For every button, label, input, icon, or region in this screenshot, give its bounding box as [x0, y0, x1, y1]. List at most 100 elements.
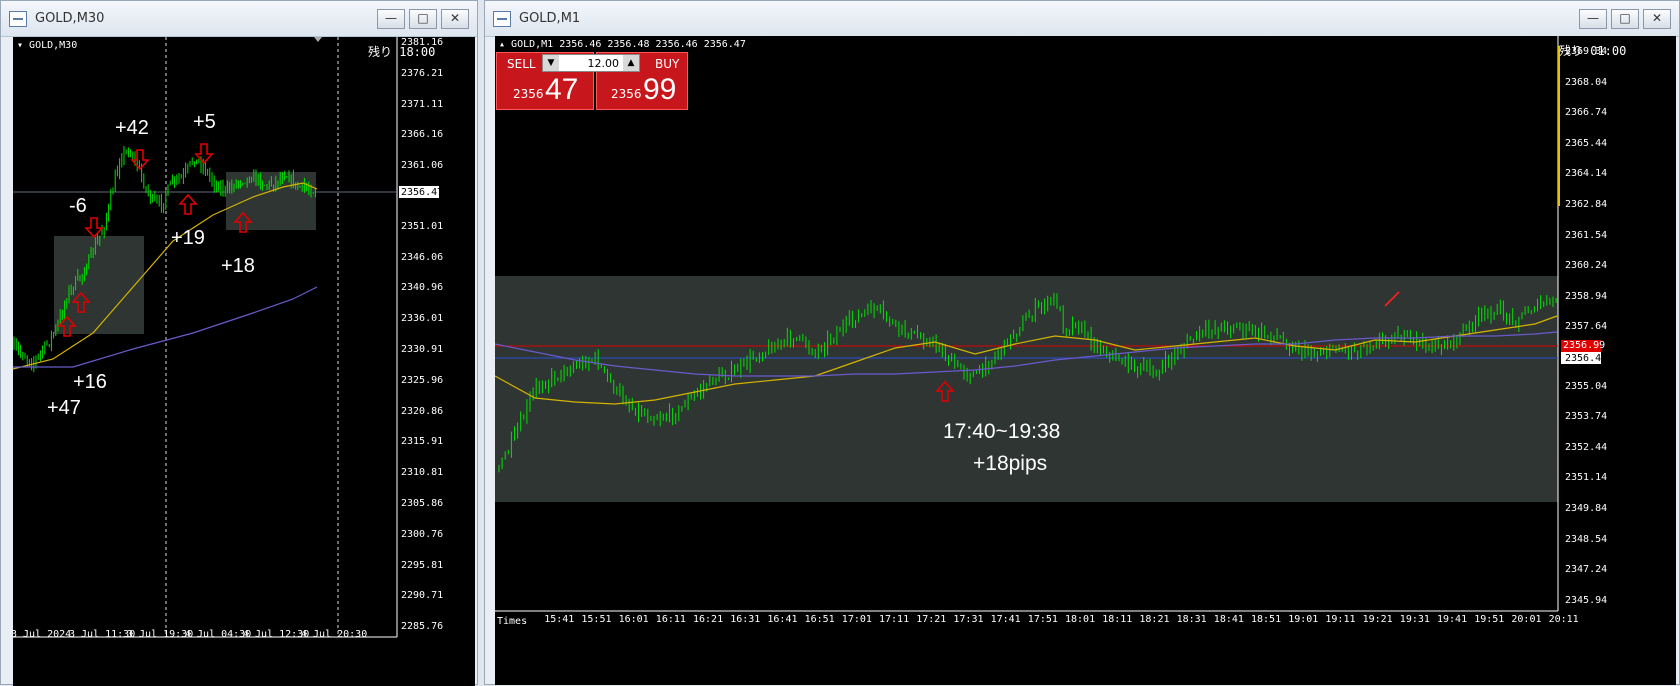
- price-axis-label: 2381.16: [401, 37, 444, 48]
- price-axis-label: 2365.44: [1565, 137, 1608, 149]
- time-axis-label: 16:01: [618, 614, 649, 625]
- time-axis-label: 16:51: [804, 614, 835, 625]
- price-axis-label: 2371.11: [401, 98, 444, 110]
- sell-price-big: 47: [545, 73, 579, 106]
- time-axis-label: 20:11: [1548, 614, 1579, 625]
- time-axis-label: 4 Jul 04:30: [185, 629, 252, 640]
- time-axis-label: 4 Jul 12:30: [243, 629, 310, 640]
- buy-label: BUY: [655, 57, 680, 71]
- price-axis-label: 2362.84: [1565, 199, 1608, 210]
- time-axis-label: 19:11: [1325, 614, 1356, 625]
- time-axis-label: 15:51: [581, 614, 612, 625]
- price-axis-label: 2345.94: [1565, 594, 1608, 606]
- symbol-header: ▴ GOLD,M1 2356.46 2356.48 2356.46 2356.4…: [499, 39, 746, 50]
- minimize-button[interactable]: —: [1579, 8, 1607, 29]
- time-axis-label: 3 Jul 11:30: [69, 629, 136, 640]
- price-axis-label: 2325.96: [401, 374, 444, 386]
- price-chart-m1[interactable]: ▴ GOLD,M1 2356.46 2356.48 2356.46 2356.4…: [495, 36, 1676, 685]
- time-axis-label: 19:01: [1288, 614, 1319, 625]
- price-axis-label: 2357.64: [1565, 321, 1608, 333]
- minimize-button[interactable]: —: [377, 8, 405, 29]
- price-axis-label: 2310.81: [401, 467, 444, 479]
- window-title: GOLD,M1: [519, 11, 581, 26]
- time-axis-label: 17:31: [953, 614, 984, 625]
- time-axis-label: 18:11: [1102, 614, 1133, 625]
- price-axis-label: 2368.04: [1565, 76, 1608, 88]
- time-axis-label: 18:41: [1213, 614, 1244, 625]
- chart-window-m30[interactable]: GOLD,M30 — □ ✕ ▾ GOLD,M30 残り 18:00 +42 +…: [0, 0, 478, 686]
- down-arrow-icon: [84, 217, 104, 239]
- annotation-plus5: +5: [193, 111, 216, 133]
- buy-price-big: 99: [643, 73, 677, 106]
- chart-window-icon: [9, 10, 27, 27]
- price-axis-label: 2356.47: [401, 187, 444, 198]
- annotation-plus19: +19: [171, 227, 205, 249]
- close-button[interactable]: ✕: [1643, 8, 1671, 29]
- window-title: GOLD,M30: [35, 11, 105, 26]
- title-bar[interactable]: GOLD,M30 — □ ✕: [1, 1, 477, 37]
- up-arrow-icon: [178, 193, 198, 215]
- time-axis-label: 16:11: [655, 614, 686, 625]
- price-axis-label: 2360.24: [1565, 260, 1608, 272]
- price-axis-label: 2361.06: [401, 160, 444, 172]
- price-axis-label: 2315.91: [401, 436, 444, 448]
- price-axis-label: 2358.94: [1565, 290, 1608, 302]
- time-axis-label: 18:51: [1251, 614, 1282, 625]
- price-axis-label: 2336.01: [401, 313, 444, 325]
- sell-label: SELL: [507, 57, 536, 71]
- shift-marker-icon: [314, 37, 322, 42]
- time-axis-label: Times: [497, 616, 528, 627]
- time-axis-label: 4 Jul 20:30: [301, 629, 368, 640]
- price-axis-label: 2349.84: [1565, 503, 1608, 514]
- time-axis-label: 18:31: [1176, 614, 1207, 625]
- lot-increase-icon[interactable]: ▲: [623, 55, 639, 71]
- annotation-time-range: 17:40~19:38: [943, 420, 1061, 443]
- price-axis-label: 2330.91: [401, 344, 444, 355]
- annotation-minus6: -6: [69, 195, 87, 217]
- time-axis-label: 19:31: [1399, 614, 1430, 625]
- chart-window-icon: [493, 10, 511, 27]
- time-axis-label: 19:21: [1362, 614, 1393, 625]
- time-axis-label: 16:21: [693, 614, 724, 625]
- price-axis-label: 2353.74: [1565, 411, 1608, 423]
- lot-size-input[interactable]: ▼ 12.00 ▲: [542, 54, 640, 72]
- annotation-pips: +18pips: [973, 452, 1048, 475]
- price-axis-label: 2366.16: [401, 129, 444, 141]
- time-axis-label: 19:41: [1437, 614, 1468, 625]
- down-arrow-icon: [130, 149, 150, 171]
- price-axis-label: 2355.04: [1565, 380, 1608, 392]
- annotation-plus18: +18: [221, 255, 255, 277]
- price-axis-label: 2305.86: [401, 498, 444, 509]
- price-axis-label: 2300.76: [401, 528, 444, 540]
- time-axis-label: 16:41: [767, 614, 798, 625]
- lot-decrease-icon[interactable]: ▼: [543, 55, 559, 71]
- symbol-header: ▾ GOLD,M30: [17, 40, 78, 51]
- price-axis-label: 2376.21: [401, 67, 444, 79]
- highlight-box: [54, 236, 144, 334]
- time-axis-label: 17:41: [990, 614, 1021, 625]
- price-axis-label: 2295.81: [401, 559, 444, 571]
- price-axis-label: 2285.76: [401, 621, 444, 633]
- annotation-plus47: +47: [47, 397, 81, 419]
- annotation-plus42: +42: [115, 117, 149, 139]
- time-axis-label: 17:21: [916, 614, 947, 625]
- time-axis-label: 20:01: [1511, 614, 1542, 625]
- maximize-button[interactable]: □: [1611, 8, 1639, 29]
- candlestick-plot: [495, 36, 1601, 612]
- time-axis-label: 17:11: [879, 614, 910, 625]
- annotation-plus16: +16: [73, 371, 107, 393]
- maximize-button[interactable]: □: [409, 8, 437, 29]
- ask-price-label: 2356.99: [1563, 340, 1606, 351]
- price-axis-label: 2346.06: [401, 251, 444, 263]
- title-bar[interactable]: GOLD,M1 — □ ✕: [485, 1, 1679, 37]
- price-axis-label: 2348.54: [1565, 533, 1608, 545]
- one-click-trading-panel[interactable]: SELL 2356 47 BUY 2356 99 ▼ 12.00 ▲: [496, 52, 688, 110]
- time-axis-label: 16:31: [730, 614, 761, 625]
- price-axis-label: 2369.34: [1565, 46, 1608, 57]
- price-axis-label: 2352.44: [1565, 441, 1608, 453]
- close-button[interactable]: ✕: [441, 8, 469, 29]
- time-axis-label: 3 Jul 19:30: [127, 629, 194, 640]
- price-axis-label: 2364.14: [1565, 168, 1608, 180]
- time-axis-label: 15:41: [544, 614, 575, 625]
- price-chart-m30[interactable]: ▾ GOLD,M30 残り 18:00 +42 +5 -6 +19 +18 +1…: [11, 37, 475, 686]
